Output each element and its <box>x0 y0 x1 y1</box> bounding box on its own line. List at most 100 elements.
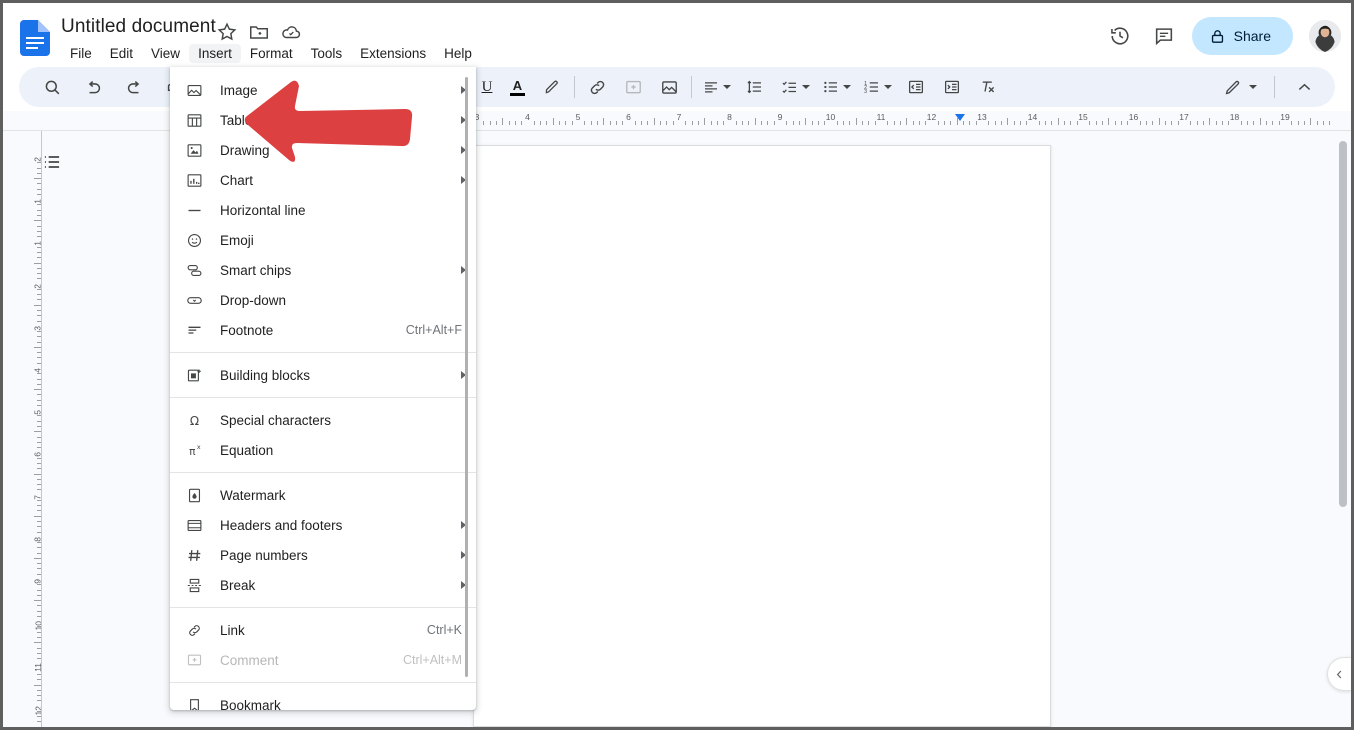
insert-menu-emoji[interactable]: Emoji <box>170 225 476 255</box>
menu-help[interactable]: Help <box>435 44 481 63</box>
ruler-number: 8 <box>727 112 732 122</box>
ruler-tick <box>37 204 41 206</box>
ruler-number: 16 <box>1128 112 1139 122</box>
insert-menu-special-characters[interactable]: Ω Special characters <box>170 405 476 435</box>
ruler-tick <box>37 257 41 259</box>
ruler-number: 18 <box>1229 112 1240 122</box>
insert-menu-link[interactable]: Link Ctrl+K <box>170 615 476 645</box>
menu-divider <box>170 352 476 353</box>
star-icon[interactable] <box>216 21 238 43</box>
ruler-tick <box>37 246 41 248</box>
svg-text:π: π <box>189 444 196 457</box>
vertical-ruler[interactable]: 2112345678910111213 <box>19 131 41 727</box>
hide-menus-icon[interactable] <box>1289 72 1319 102</box>
ruler-number: 15 <box>1078 112 1088 122</box>
ruler-tick <box>37 605 41 607</box>
insert-menu-drop-down[interactable]: Drop-down <box>170 285 476 315</box>
undo-icon[interactable] <box>78 72 108 102</box>
ruler-tick <box>1089 121 1091 125</box>
text-color-icon[interactable]: A <box>502 72 533 102</box>
insert-menu-footnote[interactable]: Footnote Ctrl+Alt+F <box>170 315 476 345</box>
menu-file[interactable]: File <box>61 44 101 63</box>
document-page[interactable] <box>473 145 1051 727</box>
menu-item-label: Equation <box>220 442 274 458</box>
line-spacing-icon[interactable] <box>740 72 770 102</box>
ruler-tick <box>622 121 624 125</box>
insert-menu-bookmark[interactable]: Bookmark <box>170 690 476 710</box>
insert-menu-break[interactable]: Break <box>170 570 476 600</box>
menu-item-label: Emoji <box>220 232 254 248</box>
search-icon[interactable] <box>37 72 67 102</box>
underline-icon[interactable]: U <box>472 72 502 102</box>
ruler-tick <box>1259 118 1261 125</box>
insert-menu-building-blocks[interactable]: Building blocks <box>170 360 476 390</box>
ruler-tick <box>874 121 876 125</box>
page-text-body[interactable] <box>474 146 1050 726</box>
menu-tools[interactable]: Tools <box>302 44 352 63</box>
menu-extensions[interactable]: Extensions <box>351 44 435 63</box>
share-button[interactable]: Share <box>1191 17 1293 55</box>
editing-mode-icon[interactable] <box>1220 72 1260 102</box>
insert-menu-page-numbers[interactable]: Page numbers <box>170 540 476 570</box>
ruler-tick <box>37 441 41 443</box>
ruler-tick <box>950 121 952 125</box>
ruler-number: 9 <box>33 579 41 584</box>
menu-view[interactable]: View <box>142 44 189 63</box>
ruler-tick <box>37 336 41 338</box>
ruler-tick <box>641 121 643 125</box>
menu-insert[interactable]: Insert <box>189 44 241 63</box>
ruler-tick <box>615 121 617 125</box>
insert-menu-watermark[interactable]: Watermark <box>170 480 476 510</box>
cloud-saved-icon[interactable] <box>280 21 302 43</box>
document-outline-icon[interactable] <box>39 149 65 175</box>
numbered-list-icon[interactable]: 1 2 3 <box>860 72 895 102</box>
google-docs-logo[interactable] <box>20 20 50 56</box>
menu-scrollbar-thumb[interactable] <box>465 77 468 677</box>
move-to-folder-icon[interactable] <box>248 21 270 43</box>
bulleted-list-icon[interactable] <box>819 72 854 102</box>
menu-divider <box>170 472 476 473</box>
ruler-tick <box>969 121 971 125</box>
drawing-icon <box>184 140 204 160</box>
version-history-icon[interactable] <box>1100 16 1140 56</box>
clear-formatting-icon[interactable] <box>973 72 1003 102</box>
document-title[interactable]: Untitled document <box>61 16 216 38</box>
decrease-indent-icon[interactable] <box>901 72 931 102</box>
increase-indent-icon[interactable] <box>937 72 967 102</box>
menu-edit[interactable]: Edit <box>101 44 142 63</box>
right-indent-marker[interactable] <box>955 114 965 121</box>
insert-menu-horizontal-line[interactable]: Horizontal line <box>170 195 476 225</box>
ruler-tick <box>723 121 725 125</box>
ruler-tick <box>34 473 41 475</box>
insert-menu-chart[interactable]: Chart <box>170 165 476 195</box>
ruler-tick <box>735 121 737 125</box>
chevron-down-icon <box>884 85 892 89</box>
menu-format[interactable]: Format <box>241 44 302 63</box>
ruler-tick <box>1051 121 1053 125</box>
highlight-color-icon[interactable] <box>537 72 567 102</box>
add-comment-icon[interactable] <box>618 72 648 102</box>
align-icon[interactable] <box>699 72 734 102</box>
break-icon <box>184 575 204 595</box>
checklist-icon[interactable] <box>778 72 813 102</box>
ruler-number: 5 <box>33 410 41 415</box>
ruler-tick <box>1019 121 1021 125</box>
ruler-tick <box>37 352 41 354</box>
vertical-scrollbar-thumb[interactable] <box>1339 141 1347 507</box>
comment-icon[interactable] <box>1144 16 1184 56</box>
ruler-tick <box>37 658 41 660</box>
insert-image-icon[interactable] <box>654 72 684 102</box>
insert-link-icon[interactable] <box>582 72 612 102</box>
ruler-tick <box>603 118 605 125</box>
insert-menu-comment: Comment Ctrl+Alt+M <box>170 645 476 675</box>
user-avatar[interactable] <box>1309 20 1341 52</box>
ruler-tick <box>37 436 41 438</box>
insert-menu-equation[interactable]: π x Equation <box>170 435 476 465</box>
insert-menu-headers-and-footers[interactable]: Headers and footers <box>170 510 476 540</box>
insert-menu-smart-chips[interactable]: Smart chips <box>170 255 476 285</box>
ruler-tick <box>37 520 41 522</box>
ruler-tick <box>596 121 598 125</box>
redo-icon[interactable] <box>119 72 149 102</box>
ruler-tick <box>862 121 864 125</box>
ruler-tick <box>1190 121 1192 125</box>
